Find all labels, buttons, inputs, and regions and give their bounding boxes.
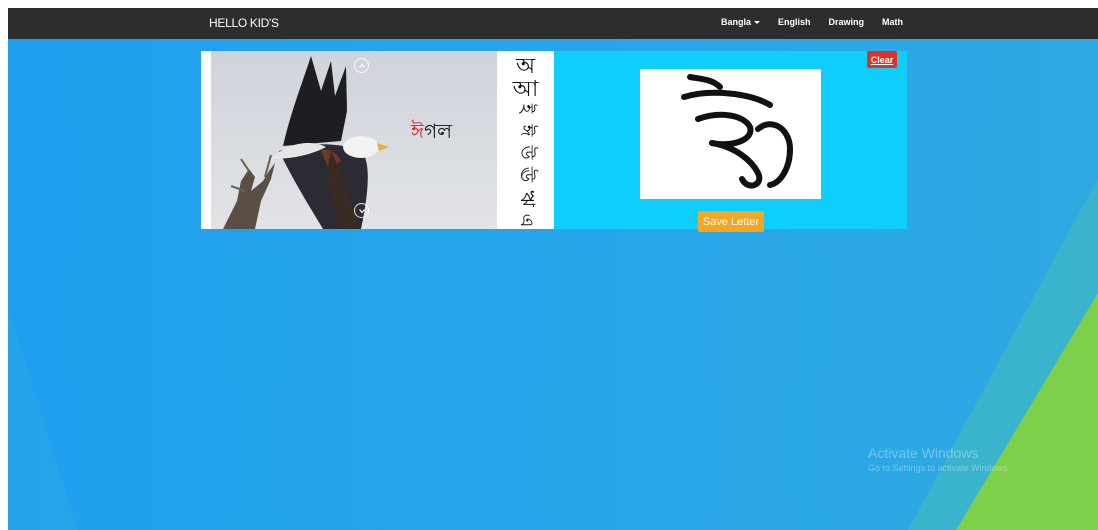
nav-bangla-label: Bangla (721, 17, 752, 27)
chevron-up-icon (358, 62, 365, 68)
chevron-down-icon (358, 208, 365, 214)
word-image-slide: ঈগল (211, 51, 497, 229)
drawn-letter-strokes (681, 74, 794, 189)
word-label: ঈগল (411, 117, 452, 150)
caret-down-icon (754, 20, 761, 24)
drawing-canvas[interactable] (640, 69, 821, 199)
watermark-subtitle: Go to Settings to activate Windows. (868, 463, 1011, 473)
page-background: HELLO KID'S Bangla English Drawing Math (8, 8, 1098, 530)
letter-item[interactable]: এ (510, 192, 541, 229)
eagle-photo (223, 56, 389, 229)
watermark-title: Activate Windows (868, 445, 979, 461)
nav-links: Bangla English Drawing Math (721, 17, 921, 27)
word-rest: গল (424, 119, 453, 143)
nav-english[interactable]: English (778, 17, 811, 27)
nav-bangla-dropdown[interactable]: Bangla (721, 17, 761, 27)
slide-up-button[interactable] (354, 58, 369, 73)
letter-list: অ আ ই ঈ উ ঊ ঋ এ (497, 51, 554, 229)
nav-drawing[interactable]: Drawing (829, 17, 865, 27)
learning-panel: ঈগল অ আ ই ঈ উ ঊ ঋ এ Save Letter Clear (201, 51, 907, 232)
word-first-letter: ঈ (411, 119, 425, 143)
nav-math[interactable]: Math (882, 17, 903, 27)
top-navbar: HELLO KID'S Bangla English Drawing Math (8, 8, 1098, 39)
clear-button[interactable]: Clear (867, 51, 897, 68)
brand-logo[interactable]: HELLO KID'S (209, 16, 279, 30)
panel-left-border (201, 51, 211, 229)
activate-windows-watermark: Activate Windows Go to Settings to activ… (868, 445, 1010, 473)
slide-down-button[interactable] (354, 203, 369, 218)
save-letter-button[interactable]: Save Letter (698, 211, 764, 232)
